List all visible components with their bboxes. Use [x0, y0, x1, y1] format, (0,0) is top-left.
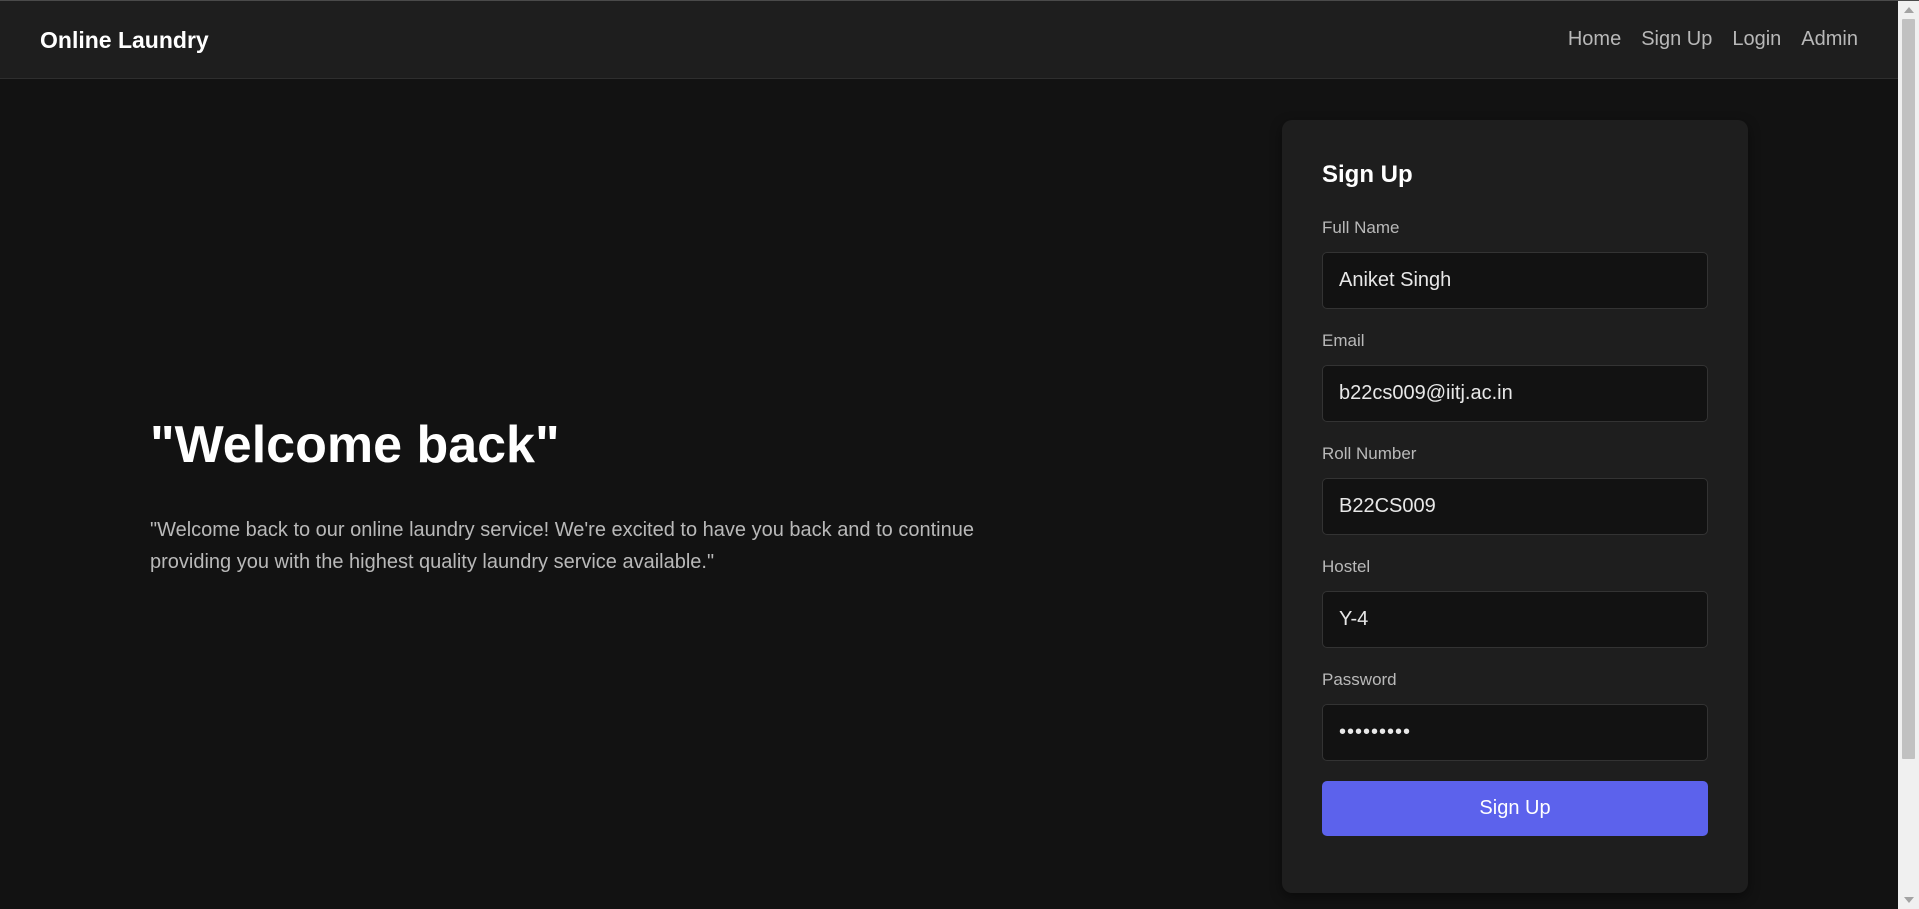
nav-link-signup[interactable]: Sign Up	[1641, 28, 1712, 51]
signup-button[interactable]: Sign Up	[1322, 781, 1708, 836]
password-label: Password	[1322, 670, 1397, 689]
hostel-input[interactable]	[1322, 591, 1708, 648]
brand-logo[interactable]: Online Laundry	[40, 27, 209, 54]
nav-link-login[interactable]: Login	[1732, 28, 1781, 51]
email-input[interactable]	[1322, 365, 1708, 422]
signup-title: Sign Up	[1322, 161, 1413, 188]
vertical-scrollbar[interactable]	[1898, 1, 1919, 909]
nav-links: Home Sign Up Login Admin	[1568, 28, 1858, 51]
nav-link-admin[interactable]: Admin	[1801, 28, 1858, 51]
navbar: Online Laundry Home Sign Up Login Admin	[0, 1, 1898, 79]
hostel-label: Hostel	[1322, 557, 1371, 576]
scroll-down-arrow-icon[interactable]	[1904, 897, 1914, 903]
nav-link-home[interactable]: Home	[1568, 28, 1621, 51]
hero-section: "Welcome back" "Welcome back to our onli…	[150, 410, 1030, 578]
hero-description: "Welcome back to our online laundry serv…	[150, 519, 974, 573]
hero-title: "Welcome back"	[150, 416, 560, 474]
roll-number-input[interactable]	[1322, 478, 1708, 535]
roll-number-label: Roll Number	[1322, 444, 1417, 463]
email-label: Email	[1322, 331, 1365, 350]
scrollbar-thumb[interactable]	[1902, 19, 1915, 759]
scroll-up-arrow-icon[interactable]	[1904, 7, 1914, 13]
full-name-input[interactable]	[1322, 252, 1708, 309]
signup-card: Sign Up Full Name Email Roll Number Host…	[1282, 120, 1748, 893]
full-name-label: Full Name	[1322, 218, 1400, 237]
password-input[interactable]	[1322, 704, 1708, 761]
